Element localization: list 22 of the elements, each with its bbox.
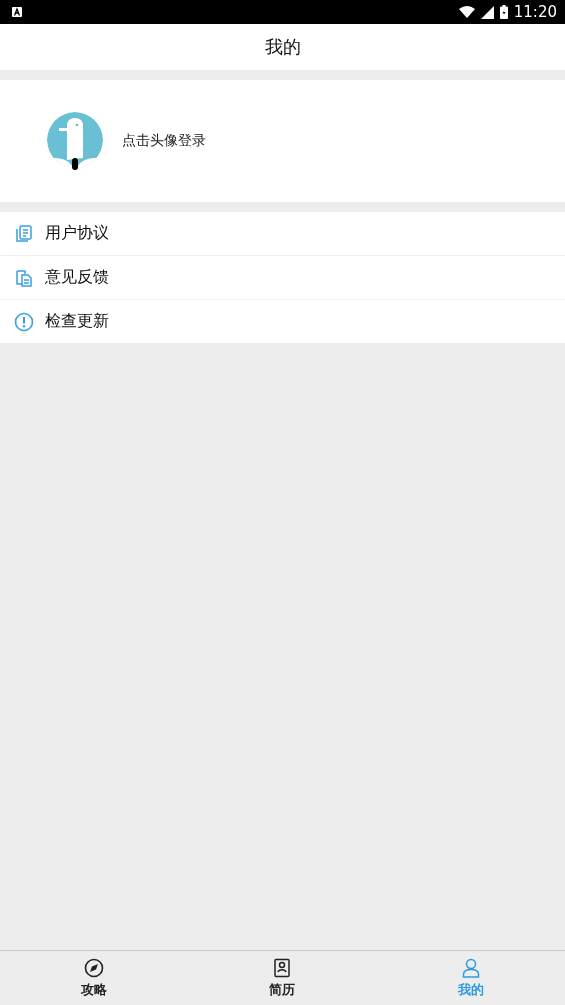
person-icon <box>461 957 480 978</box>
document-icon <box>14 223 34 244</box>
menu-label: 用户协议 <box>45 223 109 244</box>
page-title: 我的 <box>264 35 301 59</box>
avatar-drawing[interactable] <box>47 112 103 170</box>
menu-item[interactable]: 用户协议 <box>0 212 565 255</box>
menu-label: 意见反馈 <box>45 267 109 288</box>
menu-label: 检查更新 <box>45 311 109 332</box>
clock: 11:20 <box>513 3 557 21</box>
login-hint[interactable]: 点击头像登录 <box>122 132 206 150</box>
nav-tab[interactable]: 攻略 <box>0 951 189 1005</box>
menu-item[interactable]: 意见反馈 <box>0 255 565 299</box>
battery-icon <box>499 5 508 19</box>
alert-icon <box>14 311 34 332</box>
wifi-icon <box>458 6 475 18</box>
menu-item[interactable]: 检查更新 <box>0 299 565 343</box>
document-icon <box>14 267 34 288</box>
compass-icon <box>84 957 105 978</box>
notification-icon <box>12 7 22 17</box>
nav-tab[interactable]: 简历 <box>188 951 377 1005</box>
signal-icon <box>480 5 494 19</box>
resume-icon <box>273 957 292 978</box>
